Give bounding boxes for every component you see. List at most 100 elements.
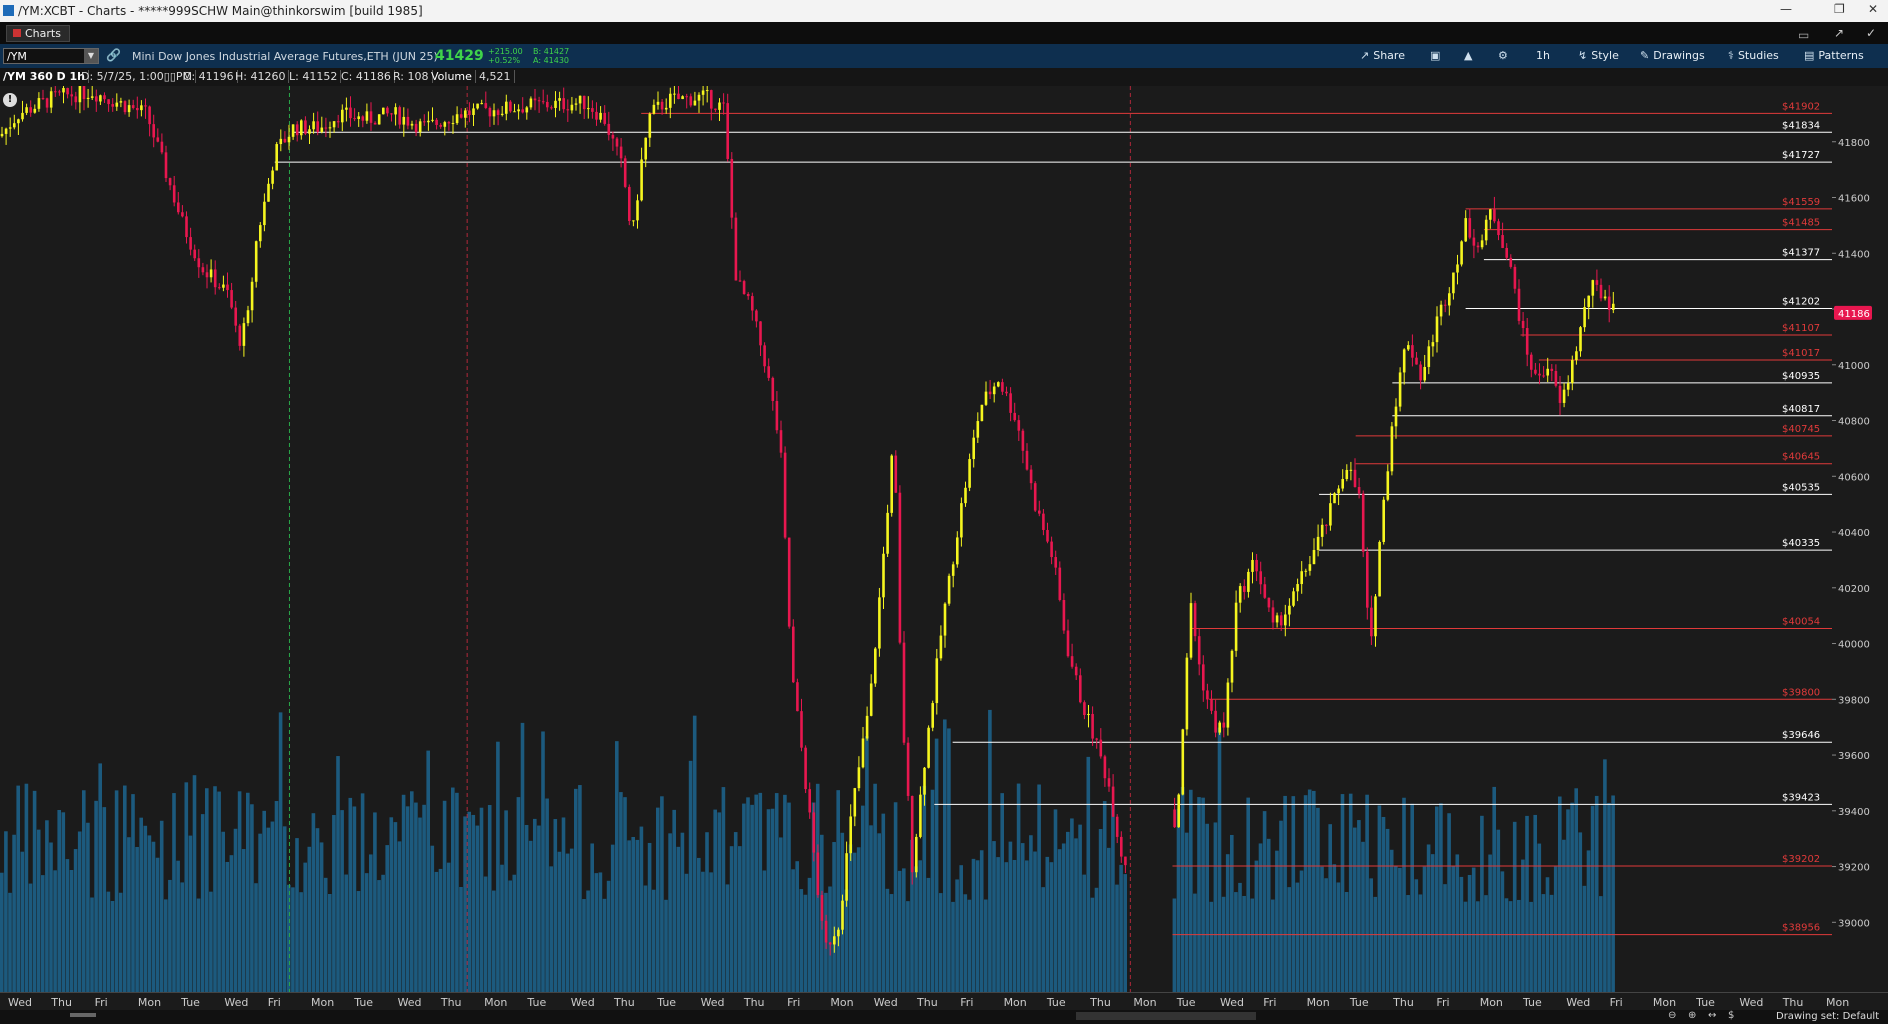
symbol-input[interactable]: /YM ▼ [3,48,99,64]
volume-bar [32,790,37,992]
volume-bar [282,826,287,992]
candle-body [894,455,898,493]
candles [0,86,1615,956]
volume-bar [524,824,529,992]
volume-bar [1398,867,1402,992]
candle-body [1120,836,1123,857]
volume-bar [861,805,865,992]
maximize-icon[interactable]: ❐ [1834,2,1845,16]
alert-icon[interactable]: ! [3,93,17,107]
candle-body [144,105,147,107]
candle-body [1300,571,1303,585]
volume-bar [635,839,640,992]
candle-body [1087,713,1090,716]
chart-plot-area[interactable]: $41902 $41834 $41727 $41559 $41485 $41377 $412… [0,86,1832,992]
candle-body [1460,241,1463,265]
candle-body [1111,786,1115,817]
candle-body [131,105,135,108]
close-icon[interactable]: ✕ [1868,2,1878,16]
timeframe-button[interactable]: 1h [1536,48,1550,64]
volume-bar [1057,849,1062,992]
volume-bar [1373,896,1378,992]
candle-body [615,138,619,147]
time-tick-label-11: Mon [484,996,507,1009]
bar-low: L: 41152 [286,70,342,83]
volume-bar [852,852,857,992]
patterns-button[interactable]: ▤ Patterns [1804,48,1864,64]
settings-button[interactable]: ⚙ [1498,48,1512,64]
time-tick-label-0: Wed [8,996,32,1009]
volume-bar [225,861,230,992]
candle-body [710,90,713,109]
time-axis[interactable]: Wed Thu Fri Mon Tue Wed Fri Mon Tue Wed Thu Mon Tue W… [0,992,1888,1011]
flask-button[interactable]: ▲ [1464,48,1476,64]
volume-bar [61,812,66,992]
volume-bar [1266,838,1271,992]
screenshot-button[interactable]: ▣ [1430,48,1444,64]
volume-bar [1225,854,1230,992]
volume-bar [1312,790,1316,992]
candle-body [730,158,734,218]
tab-charts[interactable]: Charts [6,25,70,42]
detach-icon[interactable]: ↗ [1834,26,1844,40]
candle-body [1513,266,1517,289]
symbol-dropdown-icon[interactable]: ▼ [84,49,98,63]
candle-body [152,124,155,138]
style-button[interactable]: ↯ Style [1578,48,1619,64]
candle-body [361,116,365,121]
volume-bar [0,872,4,992]
candle-body [1599,284,1603,299]
volume-bar [897,870,902,992]
volume-bar [1361,841,1365,992]
volume-bar [504,810,508,992]
zoom-out-icon[interactable]: ⊖ [1668,1010,1676,1021]
candle-body [1181,729,1185,795]
scroll-handle[interactable] [70,1013,96,1017]
volume-bar [1344,892,1349,992]
zoom-in-icon[interactable]: ⊕ [1688,1010,1696,1021]
candle-body [800,711,803,748]
share-button[interactable]: ↗ Share [1360,48,1405,64]
candle-body [357,116,360,120]
volume-bar [24,783,29,992]
pin-icon[interactable]: ✓ [1866,26,1876,40]
volume-bar [1070,818,1074,992]
candle-body [41,98,45,100]
candle-body [1353,469,1357,487]
candle-body [824,920,828,943]
candle-body [472,108,475,116]
dollar-icon[interactable]: $ [1728,1010,1734,1021]
candle-body [751,296,754,311]
studies-button[interactable]: ⚕ Studies [1728,48,1779,64]
candle-body [1054,557,1057,568]
price-level-label-7: $41107 [1782,323,1820,334]
candle-body [1603,296,1607,299]
candle-body [882,553,885,598]
horizontal-scrollbar[interactable] [1076,1012,1256,1020]
candle-body [435,119,438,125]
volume-bar [1094,887,1099,992]
candle-body [1050,541,1053,558]
pan-icon[interactable]: ↔ [1708,1010,1716,1021]
drawings-button[interactable]: ✎ Drawings [1640,48,1705,64]
candle-body [619,146,623,159]
minimize-icon[interactable]: — [1780,2,1792,16]
candle-body [468,110,471,116]
candle-body [902,642,906,743]
studies-label: Studies [1737,49,1779,62]
link-icon[interactable]: 🔗 [106,48,121,64]
candle-body [1107,778,1111,787]
window-layout-icon[interactable]: ▭ [1798,28,1809,42]
price-axis[interactable]: 39000 39200 39400 39600 39800 40000 40200 40400… [1832,86,1888,992]
volume-bar [1184,832,1189,992]
candle-body [99,95,102,102]
volume-bar [1500,871,1505,992]
candle-body [804,747,807,790]
candle-body [685,96,688,98]
candle-body [1325,524,1328,526]
aggregation-label: /YM 360 D 1h [0,70,89,83]
volume-bar [885,888,890,992]
candle-body [812,812,816,853]
candle-body [664,107,668,110]
candle-body [193,249,196,259]
